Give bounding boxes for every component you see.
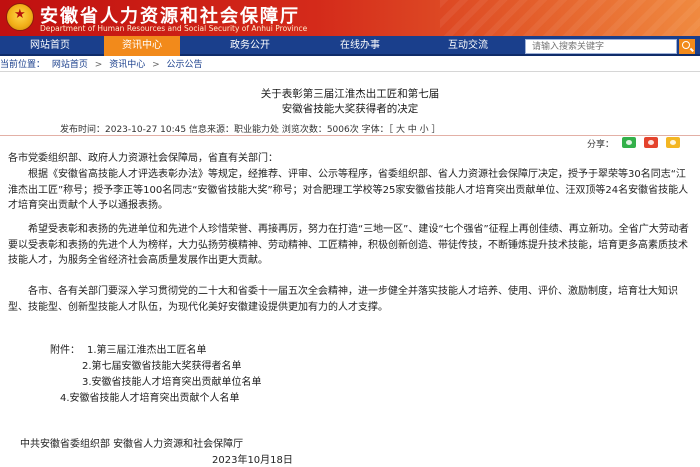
attachment-link[interactable]: 4.安徽省技能人才培育突出贡献个人名单	[60, 389, 240, 404]
wechat-icon[interactable]	[622, 137, 636, 148]
attachment-link[interactable]: 2.第七届安徽省技能大奖获得者名单	[82, 357, 242, 372]
paragraph-1: 根据《安徽省高技能人才评选表彰办法》等规定，经推荐、评审、公示等程序，省委组织部…	[8, 169, 689, 211]
emblem-icon	[6, 3, 34, 31]
breadcrumb-separator: >	[94, 60, 103, 70]
article-meta: 发布时间：2023-10-27 10:45 信息来源：职业能力处 浏览次数：50…	[60, 125, 441, 135]
breadcrumb-prefix: 当前位置：	[0, 60, 46, 70]
article-title-line1: 关于表彰第三届江淮杰出工匠和第七届	[260, 88, 440, 100]
banner-decoration	[440, 0, 700, 36]
weibo-icon[interactable]	[644, 137, 658, 148]
article-title-line2: 安徽省技能大奖获得者的决定	[281, 103, 419, 115]
attachments-label: 附件：	[50, 345, 80, 356]
nav-item-home[interactable]: 网站首页	[12, 36, 88, 56]
breadcrumb: 当前位置： 网站首页 > 资讯中心 > 公示公告	[0, 58, 700, 72]
issue-date: 2023年10月18日	[212, 455, 293, 466]
paragraph-2: 希望受表彰和表扬的先进单位和先进个人珍惜荣誉、再接再厉，努力在打造“三地一区”、…	[8, 224, 689, 266]
breadcrumb-item-home[interactable]: 网站首页	[52, 60, 88, 70]
attachment-link[interactable]: 1.第三届江淮杰出工匠名单	[87, 341, 207, 356]
breadcrumb-item-notice[interactable]: 公示公告	[167, 60, 203, 70]
site-subtitle: Department of Human Resources and Social…	[40, 24, 308, 33]
search-icon	[682, 41, 690, 49]
main-nav: 网站首页 资讯中心 政务公开 在线办事 互动交流	[0, 36, 700, 56]
nav-item-gov[interactable]: 政务公开	[212, 36, 288, 56]
qzone-icon[interactable]	[666, 137, 680, 148]
nav-item-interact[interactable]: 互动交流	[430, 36, 506, 56]
attachment-link[interactable]: 3.安徽省技能人才培育突出贡献单位名单	[82, 373, 262, 388]
search-button[interactable]	[679, 39, 695, 54]
site-banner: 安徽省人力资源和社会保障厅 Department of Human Resour…	[0, 0, 700, 36]
share-label: 分享：	[586, 140, 614, 150]
nav-item-news[interactable]: 资讯中心	[104, 36, 180, 56]
paragraph-3: 各市、各有关部门要深入学习贯彻党的二十大和省委十一届五次全会精神，进一步健全并落…	[8, 286, 678, 313]
signature: 中共安徽省委组织部 安徽省人力资源和社会保障厅	[20, 439, 244, 450]
breadcrumb-item-news[interactable]: 资讯中心	[109, 60, 145, 70]
divider	[0, 135, 700, 136]
nav-item-online[interactable]: 在线办事	[322, 36, 398, 56]
salutation: 各市党委组织部、政府人力资源社会保障局，省直有关部门：	[8, 153, 278, 164]
share-buttons	[622, 137, 688, 149]
search-input[interactable]	[525, 39, 677, 54]
breadcrumb-separator: >	[152, 60, 160, 70]
